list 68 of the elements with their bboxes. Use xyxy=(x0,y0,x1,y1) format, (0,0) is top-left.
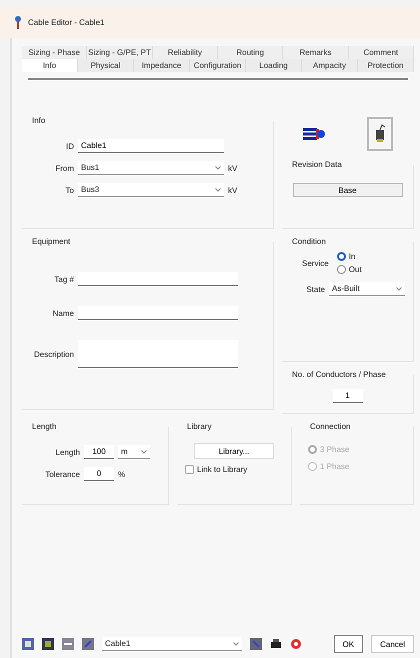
tolerance-field[interactable]: 0 xyxy=(84,467,114,481)
window-title: Cable Editor - Cable1 xyxy=(28,18,104,26)
field-label: To xyxy=(64,186,74,194)
field-label: Tolerance xyxy=(44,470,80,478)
name-field[interactable] xyxy=(78,306,238,320)
field-label: Name xyxy=(52,308,74,318)
id-field[interactable]: Cable1 xyxy=(78,139,224,153)
unit-label: kV xyxy=(228,164,238,172)
tab[interactable]: Routing xyxy=(218,46,284,59)
description-field[interactable] xyxy=(78,340,238,368)
group-title: No. of Conductors / Phase xyxy=(291,370,387,379)
unit-label: % xyxy=(118,470,126,478)
library-button[interactable]: Library... xyxy=(194,443,274,459)
tag-field[interactable] xyxy=(78,272,238,286)
field-label: Description xyxy=(32,350,74,358)
length-field[interactable]: 100 xyxy=(84,445,114,459)
tab[interactable]: Protection xyxy=(358,59,414,72)
tab[interactable]: Impedance xyxy=(134,59,190,72)
cable-dropdown[interactable]: Cable1 xyxy=(102,637,242,651)
tab[interactable]: Physical xyxy=(78,59,134,72)
tab[interactable]: Remarks xyxy=(283,46,349,59)
field-label: State xyxy=(305,284,325,294)
tab[interactable]: Info xyxy=(22,59,78,72)
chevron-down-icon xyxy=(215,188,221,192)
group-title: Length xyxy=(31,422,58,431)
cancel-button[interactable]: Cancel xyxy=(371,635,414,653)
field-label: Tag # xyxy=(53,274,74,284)
group-title: Condition xyxy=(291,237,327,246)
toolbar-icon[interactable] xyxy=(62,638,74,650)
cable-icon xyxy=(303,127,325,141)
field-label: From xyxy=(54,164,74,172)
equipment-icon xyxy=(373,124,387,144)
toolbar-icon[interactable] xyxy=(42,638,54,650)
unit-dropdown[interactable]: m xyxy=(118,445,150,459)
radio-option[interactable]: Out xyxy=(336,265,362,274)
tab[interactable]: Sizing - G/PE, PT xyxy=(87,46,153,59)
radio-option[interactable]: In xyxy=(336,252,362,261)
tab[interactable]: Loading xyxy=(246,59,302,72)
ok-button[interactable]: OK xyxy=(334,635,364,653)
help-icon[interactable] xyxy=(290,638,302,650)
group-title: Library xyxy=(186,422,212,431)
field-label: ID xyxy=(65,142,74,150)
tab[interactable]: Reliability xyxy=(152,46,218,59)
tab[interactable]: Ampacity xyxy=(302,59,358,72)
group-title: Connection xyxy=(309,422,352,431)
field-label: Length xyxy=(54,448,80,456)
printer-icon[interactable] xyxy=(270,638,282,650)
revision-button[interactable]: Base xyxy=(292,183,402,197)
from-dropdown[interactable]: Bus1 xyxy=(78,161,224,175)
tab[interactable]: Sizing - Phase xyxy=(22,46,88,59)
chevron-down-icon xyxy=(396,286,402,290)
field-label: Service xyxy=(302,258,329,268)
group-title: Info xyxy=(31,116,46,125)
tab[interactable]: Comment xyxy=(348,46,414,59)
equipment-icon-button[interactable] xyxy=(367,117,393,151)
tab[interactable]: Configuration xyxy=(190,59,246,72)
conductors-field[interactable]: 1 xyxy=(332,389,362,403)
link-checkbox[interactable]: Link to Library xyxy=(185,465,283,474)
toolbar-icon[interactable] xyxy=(22,638,34,650)
chevron-down-icon xyxy=(141,450,147,454)
state-dropdown[interactable]: As-Built xyxy=(329,282,405,296)
chevron-down-icon xyxy=(233,642,239,646)
group-title: Revision Data xyxy=(291,160,343,169)
group-title: Equipment xyxy=(31,237,72,246)
unit-label: kV xyxy=(228,186,238,194)
app-icon xyxy=(14,15,22,29)
chevron-down-icon xyxy=(215,166,221,170)
to-dropdown[interactable]: Bus3 xyxy=(78,183,224,197)
